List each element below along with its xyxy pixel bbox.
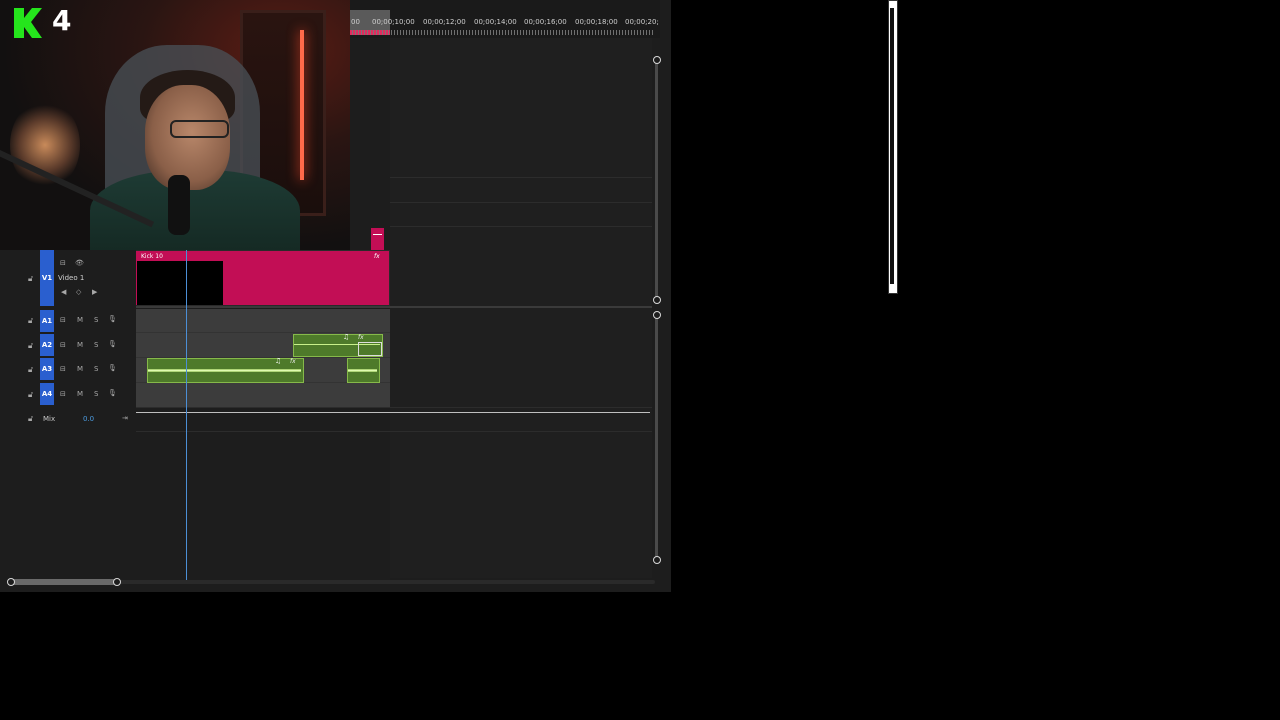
eye-icon[interactable]: 👁︎ xyxy=(75,259,84,267)
glasses xyxy=(170,120,229,138)
mute-button[interactable]: M xyxy=(77,390,83,398)
ruler-ticks xyxy=(352,30,655,35)
sync-lock-icon[interactable]: ⊟ xyxy=(60,390,66,398)
microphone-icon[interactable]: 🎙︎ xyxy=(108,315,117,323)
neon-light xyxy=(300,30,304,180)
lock-icon[interactable]: 🔓︎ xyxy=(28,274,33,284)
webcam-overlay xyxy=(0,0,350,250)
playhead[interactable] xyxy=(186,250,187,580)
solo-button[interactable]: S xyxy=(94,390,98,398)
mix-value[interactable]: 0.0 xyxy=(83,415,94,423)
mute-button[interactable]: M xyxy=(77,365,83,373)
zoom-handle-right[interactable] xyxy=(113,578,121,586)
microphone-icon[interactable]: 🎙︎ xyxy=(108,364,117,372)
ruler-label: 00;00;18;00 xyxy=(575,18,618,26)
video-clip-title: Kick 10 xyxy=(141,253,163,260)
solo-button[interactable]: S xyxy=(94,365,98,373)
timeline-grid xyxy=(390,38,652,578)
audio-waveform xyxy=(348,362,377,379)
fx-badge[interactable]: fx xyxy=(290,358,296,365)
mix-label: Mix xyxy=(43,415,56,423)
keyframe-icon[interactable]: ◇ xyxy=(76,288,81,296)
horizontal-scroll-thumb[interactable] xyxy=(10,579,118,585)
logo-number: 4 xyxy=(52,4,72,37)
scroll-handle[interactable] xyxy=(653,56,661,64)
ruler-label: 00;00;14;00 xyxy=(474,18,517,26)
lock-icon[interactable]: 🔓︎ xyxy=(28,341,33,351)
lock-icon[interactable]: 🔓︎ xyxy=(28,390,33,400)
video-vertical-scrollbar[interactable] xyxy=(655,60,658,300)
audio-vertical-scrollbar[interactable] xyxy=(655,315,658,560)
brand-logo-icon xyxy=(14,8,42,38)
solo-button[interactable]: S xyxy=(94,341,98,349)
microphone xyxy=(168,175,190,235)
lock-icon[interactable]: 🔓︎ xyxy=(28,316,33,326)
track-headers xyxy=(0,250,136,580)
video-clip-thumbnail xyxy=(137,261,223,305)
microphone-icon[interactable]: 🎙︎ xyxy=(108,340,117,348)
prev-keyframe-icon[interactable]: ◀ xyxy=(61,288,66,296)
fx-badge[interactable]: fx xyxy=(374,253,380,260)
track-label-a1[interactable]: A1 xyxy=(40,310,54,332)
ruler-label: 00 xyxy=(351,18,360,26)
scroll-handle[interactable] xyxy=(653,311,661,319)
track-name-v1: Video 1 xyxy=(58,274,85,282)
mute-button[interactable]: M xyxy=(77,316,83,324)
clip-fragment-mark xyxy=(373,234,382,235)
sync-lock-icon[interactable]: ⊟ xyxy=(60,341,66,349)
mix-level-line xyxy=(136,412,650,413)
sync-lock-icon[interactable]: ⊟ xyxy=(60,259,66,267)
grid-line xyxy=(390,177,652,178)
grid-line xyxy=(390,226,652,227)
scroll-handle[interactable] xyxy=(653,296,661,304)
ruler-label: 00;00;12;00 xyxy=(423,18,466,26)
audio-clip-note-icon: ♫ xyxy=(343,333,350,341)
lock-icon[interactable]: 🔓︎ xyxy=(28,414,33,424)
audio-clip-note-icon: ♫ xyxy=(275,357,282,365)
track-label-a3[interactable]: A3 xyxy=(40,358,54,380)
clip-fragment xyxy=(371,228,384,250)
track-label-a2[interactable]: A2 xyxy=(40,334,54,356)
sync-lock-icon[interactable]: ⊟ xyxy=(60,365,66,373)
grid-line xyxy=(390,202,652,203)
zoom-handle-left[interactable] xyxy=(7,578,15,586)
sync-lock-icon[interactable]: ⊟ xyxy=(60,316,66,324)
lock-icon[interactable]: 🔓︎ xyxy=(28,365,33,375)
ruler-label: 00;00;10;00 xyxy=(372,18,415,26)
grid-line xyxy=(136,332,390,333)
clip-selection-box xyxy=(358,342,382,356)
scroll-handle[interactable] xyxy=(653,556,661,564)
external-scrollbar-track[interactable] xyxy=(890,8,894,284)
track-label-v1[interactable]: V1 xyxy=(40,250,54,306)
go-to-end-icon[interactable]: ⇥ xyxy=(122,414,128,422)
ruler-label: 00;00;20; xyxy=(625,18,659,26)
mute-button[interactable]: M xyxy=(77,341,83,349)
track-label-a4[interactable]: A4 xyxy=(40,383,54,405)
next-keyframe-icon[interactable]: ▶ xyxy=(92,288,97,296)
fx-badge[interactable]: fx xyxy=(358,334,364,341)
ruler-label: 00;00;16;00 xyxy=(524,18,567,26)
microphone-icon[interactable]: 🎙︎ xyxy=(108,389,117,397)
solo-button[interactable]: S xyxy=(94,316,98,324)
